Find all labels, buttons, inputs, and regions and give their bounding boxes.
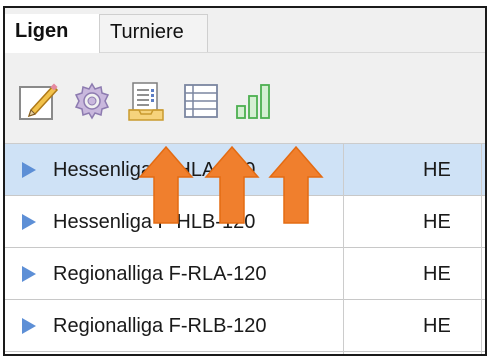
gear-icon[interactable]	[71, 80, 113, 122]
annotation-arrow-icon	[138, 145, 194, 225]
leagues-panel: Ligen Turniere Hessenliga F-HLA-120 HE H…	[3, 6, 487, 356]
annotation-arrow-icon	[204, 145, 260, 225]
league-region: HE	[423, 263, 451, 285]
expand-icon[interactable]	[21, 213, 37, 231]
tab-turniere[interactable]: Turniere	[100, 14, 208, 52]
pencil-icon[interactable]	[17, 80, 59, 122]
tab-bar: Ligen Turniere	[5, 8, 485, 53]
league-name: Regionalliga F-RLB-120	[53, 315, 267, 337]
league-name: Regionalliga F-RLA-120	[53, 263, 267, 285]
league-region: HE	[423, 159, 451, 181]
expand-icon[interactable]	[21, 317, 37, 335]
list-icon[interactable]	[180, 80, 222, 122]
report-icon[interactable]	[125, 80, 167, 122]
tab-ligen[interactable]: Ligen	[5, 14, 100, 53]
bar-chart-icon[interactable]	[233, 80, 275, 122]
table-row[interactable]: Regionalliga F-RLA-120 HE	[5, 248, 485, 300]
table-row[interactable]: Regionalliga F-RLB-120 HE	[5, 300, 485, 352]
league-region: HE	[423, 211, 451, 233]
toolbar	[5, 53, 485, 143]
league-region: HE	[423, 315, 451, 337]
column-divider	[343, 143, 344, 354]
expand-icon[interactable]	[21, 265, 37, 283]
annotation-arrow-icon	[268, 145, 324, 225]
expand-icon[interactable]	[21, 161, 37, 179]
column-divider	[481, 143, 482, 354]
